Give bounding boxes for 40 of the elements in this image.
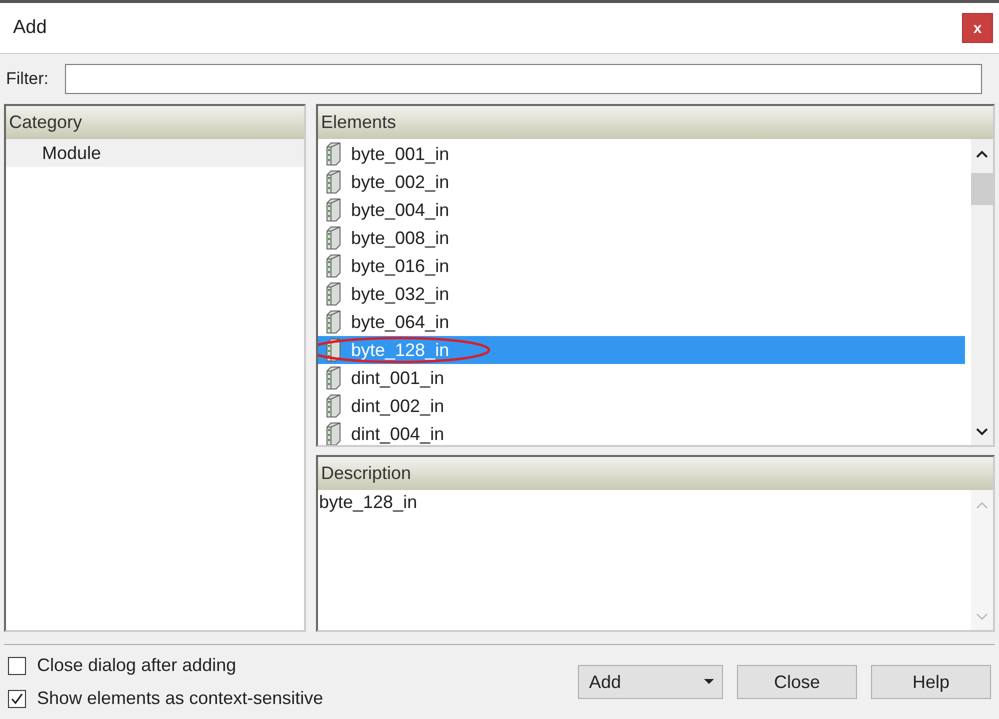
element-item[interactable]: byte_032_in [318, 280, 965, 308]
module-icon [324, 254, 342, 278]
checkbox-label: Close dialog after adding [37, 655, 236, 676]
module-icon [324, 310, 342, 334]
description-header: Description [318, 457, 993, 490]
category-item[interactable]: Module [6, 139, 304, 167]
dialog-button[interactable]: Help [871, 665, 991, 699]
elements-header: Elements [318, 106, 993, 139]
checkbox-label: Show elements as context-sensitive [37, 688, 324, 709]
window-title: Add [13, 17, 47, 39]
scroll-down-icon[interactable] [975, 427, 989, 437]
category-header: Category [6, 106, 304, 139]
module-icon [324, 226, 342, 250]
scrollbar[interactable] [971, 139, 993, 445]
dialog-button[interactable]: Close [737, 665, 857, 699]
checkbox[interactable] [8, 690, 26, 708]
scroll-thumb[interactable] [971, 173, 993, 205]
module-icon [324, 170, 342, 194]
module-icon [324, 282, 342, 306]
dialog-button[interactable]: Add [578, 665, 723, 699]
module-icon [324, 366, 342, 390]
element-item[interactable]: byte_001_in [318, 140, 965, 168]
module-icon [324, 142, 342, 166]
filter-field[interactable] [64, 64, 982, 94]
caret-icon [704, 679, 714, 685]
element-item[interactable]: dint_004_in [318, 420, 965, 445]
element-item[interactable]: byte_004_in [318, 196, 965, 224]
module-icon [324, 198, 342, 222]
element-item[interactable]: dint_002_in [318, 392, 965, 420]
filter-label: Filter: [6, 69, 48, 89]
window-close-button[interactable]: x [962, 13, 993, 43]
element-item[interactable]: byte_008_in [318, 224, 965, 252]
element-item[interactable]: byte_064_in [318, 308, 965, 336]
element-item[interactable]: byte_002_in [318, 168, 965, 196]
element-item[interactable]: dint_001_in [318, 364, 965, 392]
element-item[interactable]: byte_016_in [318, 252, 965, 280]
description-text: byte_128_in [319, 491, 418, 513]
scroll-up-icon[interactable] [975, 149, 989, 159]
checkbox[interactable] [8, 656, 26, 674]
module-icon [324, 394, 342, 418]
